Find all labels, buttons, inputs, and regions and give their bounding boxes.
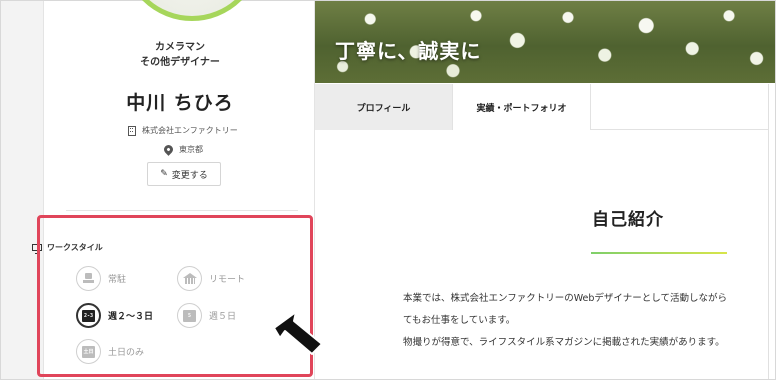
- profile-tabs: プロフィール 実績・ポートフォリオ: [315, 84, 775, 130]
- intro-line-3: 物撮りが得意で、ライフスタイル系マガジンに掲載された実績があります。: [403, 337, 725, 348]
- company-name: 株式会社エンファクトリー: [142, 126, 238, 135]
- intro-line-2: てもお仕事をしています。: [403, 315, 516, 326]
- location-name: 東京都: [179, 145, 203, 154]
- pencil-icon: ✎: [160, 169, 168, 179]
- job-title-secondary: その他デザイナー: [140, 57, 220, 68]
- sidebar-divider: [66, 210, 298, 211]
- arrow-pointer-icon: [273, 311, 323, 355]
- location-pin-icon: [162, 143, 175, 156]
- job-title-primary: カメラマン: [155, 42, 205, 53]
- change-button-label: 変更する: [171, 170, 208, 181]
- section-title-underline: [591, 252, 727, 254]
- intro-line-1: 本業では、株式会社エンファクトリーのWebデザイナーとして活動しながら: [403, 293, 727, 304]
- hero-banner: 丁寧に、誠実に: [315, 1, 775, 83]
- scrollbar-track[interactable]: [768, 84, 775, 379]
- tab-profile[interactable]: プロフィール: [315, 84, 453, 130]
- location-row: 東京都: [162, 143, 203, 156]
- company-row: 株式会社エンファクトリー: [128, 125, 238, 136]
- profile-name: 中川 ちひろ: [126, 92, 234, 114]
- section-title: 自己紹介: [592, 210, 664, 230]
- avatar[interactable]: [122, 0, 262, 21]
- building-icon: [128, 125, 136, 136]
- change-button[interactable]: ✎ 変更する: [147, 162, 221, 186]
- hero-title: 丁寧に、誠実に: [335, 39, 482, 63]
- tab-portfolio[interactable]: 実績・ポートフォリオ: [453, 84, 591, 130]
